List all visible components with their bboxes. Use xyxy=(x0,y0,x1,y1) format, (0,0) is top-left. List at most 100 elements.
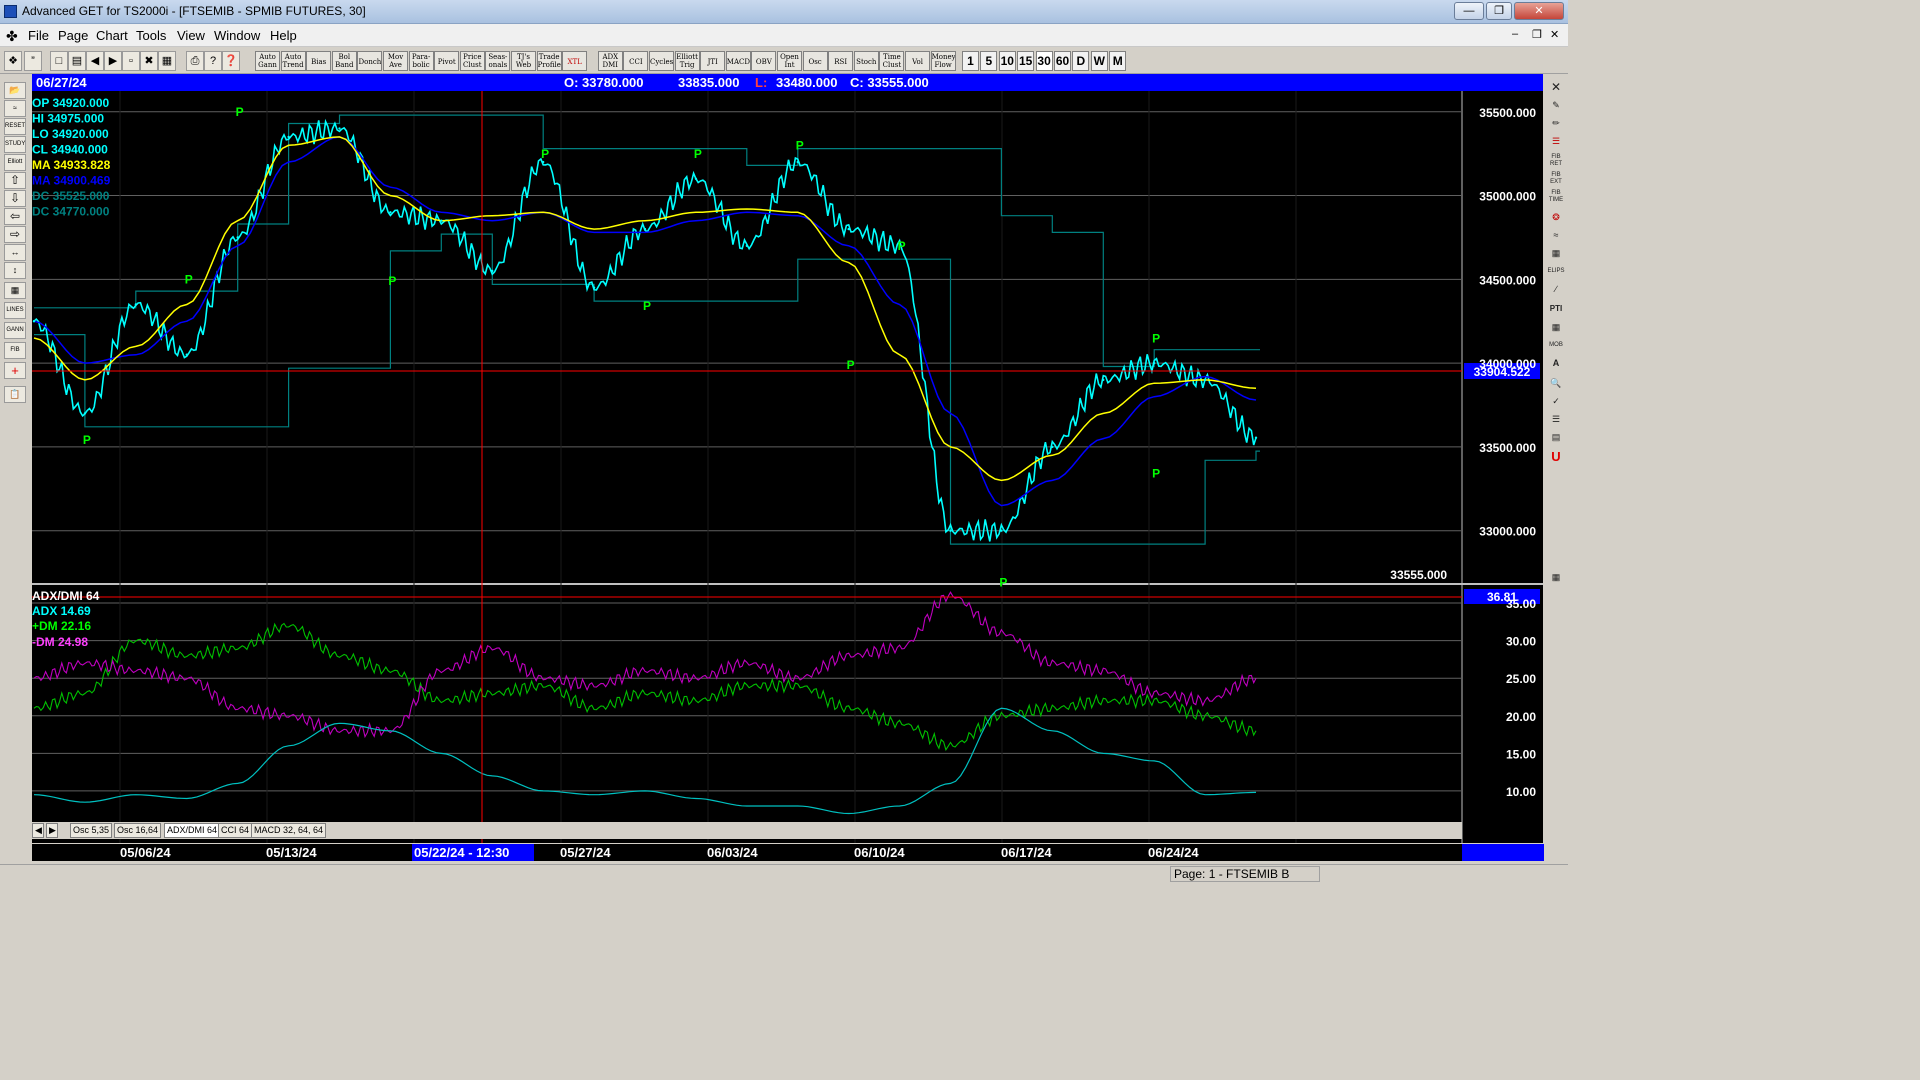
ellipse-tool[interactable]: ELIPS xyxy=(1547,264,1565,279)
grid-tool-icon[interactable]: ▦ xyxy=(1547,246,1565,261)
indicator-button[interactable]: Vol xyxy=(905,51,930,71)
folder-icon[interactable]: 📂 xyxy=(4,82,26,99)
timeframe-button[interactable]: 15 xyxy=(1017,51,1035,71)
indicator-button[interactable]: Trade Profile xyxy=(536,51,562,71)
tab-next-icon[interactable]: ▶ xyxy=(46,823,58,838)
lines-tool[interactable]: LINES xyxy=(4,302,26,319)
save-icon[interactable]: ▤ xyxy=(1547,430,1565,445)
indicator-button[interactable]: Bias xyxy=(306,51,332,71)
quote-icon[interactable]: ” xyxy=(24,51,42,71)
tab-osc-5-35[interactable]: Osc 5,35 xyxy=(70,823,113,838)
tab-prev-icon[interactable]: ◀ xyxy=(32,823,44,838)
compress-icon[interactable]: ↕ xyxy=(4,262,26,279)
menu-page[interactable]: Page xyxy=(58,28,88,43)
table-icon[interactable]: ▦ xyxy=(4,282,26,299)
magnet-icon[interactable]: U xyxy=(1547,450,1565,465)
indicator-button[interactable]: Auto Trend xyxy=(280,51,306,71)
menu-chart[interactable]: Chart xyxy=(96,28,128,43)
open-page-icon[interactable]: ▤ xyxy=(68,51,86,71)
menu-tools[interactable]: Tools xyxy=(136,28,166,43)
chart-settings-icon[interactable]: ▦ xyxy=(1547,570,1565,585)
indicator-button[interactable]: Time Clust xyxy=(879,51,905,71)
clipboard-icon[interactable]: 📋 xyxy=(4,386,26,403)
fib-tool[interactable]: FIB xyxy=(4,342,26,359)
timeframe-button[interactable]: M xyxy=(1109,51,1127,71)
close-button[interactable]: ✕ xyxy=(1514,2,1564,20)
pen-icon[interactable]: ✎ xyxy=(1547,98,1565,113)
indicator-button[interactable]: Price Clust xyxy=(459,51,485,71)
fib-time-tool[interactable]: FIB TIME xyxy=(1547,190,1565,205)
indicator-button[interactable]: Cycles xyxy=(649,51,674,71)
timeframe-button[interactable]: 5 xyxy=(980,51,998,71)
pencil-icon[interactable]: ✏ xyxy=(1547,116,1565,131)
pti-tool[interactable]: PTI xyxy=(1547,302,1565,317)
back-icon[interactable]: ◀ xyxy=(86,51,104,71)
close-tool-icon[interactable]: ✕ xyxy=(1547,80,1565,95)
indicator-button[interactable]: RSI xyxy=(828,51,854,71)
chart-area[interactable]: 35500.000 35000.000 34500.000 34000.000 3350… xyxy=(32,91,1543,843)
mob-tool[interactable]: MOB xyxy=(1547,338,1565,353)
crosshair-icon[interactable]: + xyxy=(4,362,26,379)
indicator-button[interactable]: ADX DMI xyxy=(597,51,623,71)
indicator-button[interactable]: Elliott Trig xyxy=(674,51,700,71)
text-tool[interactable]: A xyxy=(1547,356,1565,371)
zoom-icon[interactable]: 🔍 xyxy=(1547,376,1565,391)
timeframe-button[interactable]: 10 xyxy=(998,51,1016,71)
menu-file[interactable]: File xyxy=(28,28,49,43)
child-minimize-icon[interactable]: – xyxy=(1512,28,1518,40)
child-restore-icon[interactable]: ❐ xyxy=(1532,28,1542,41)
maximize-button[interactable]: ❐ xyxy=(1486,2,1512,20)
expand-icon[interactable]: ↔ xyxy=(4,244,26,261)
indicator-button[interactable]: Auto Gann xyxy=(255,51,280,71)
indicator-button[interactable]: Bol Band xyxy=(331,51,357,71)
indicator-button[interactable]: OBV xyxy=(751,51,777,71)
info-icon[interactable]: ? xyxy=(204,51,222,71)
elliott-tool[interactable]: ≈ xyxy=(4,100,26,117)
elliott-wave-tool[interactable]: Elliott xyxy=(4,154,26,171)
indicator-button[interactable]: Donch xyxy=(357,51,383,71)
arrow-left-icon[interactable]: ⇦ xyxy=(4,208,26,225)
tab-osc-16-64[interactable]: Osc 16,64 xyxy=(114,823,162,838)
delete-icon[interactable]: ✖ xyxy=(140,51,158,71)
indicator-button[interactable]: Seas-onals xyxy=(485,51,511,71)
indicator-button[interactable]: TJ's Web xyxy=(511,51,536,71)
list-icon[interactable]: ☰ xyxy=(1547,412,1565,427)
copy-icon[interactable]: ▫ xyxy=(122,51,140,71)
spiral-icon[interactable]: ❂ xyxy=(1547,210,1565,225)
window-menu-icon[interactable]: ✤ xyxy=(6,28,18,45)
indicator-button[interactable]: Para-bolic xyxy=(408,51,434,71)
timeframe-button[interactable]: 1 xyxy=(962,51,979,71)
indicator-button[interactable]: Osc xyxy=(802,51,828,71)
indicator-button[interactable]: XTL xyxy=(562,51,588,71)
print-icon[interactable]: ⎙ xyxy=(186,51,204,71)
timeframe-button[interactable]: W xyxy=(1090,51,1108,71)
chart-canvas[interactable]: 35500.00035000.00034500.00034000.0003350… xyxy=(32,91,1543,843)
indicator-button[interactable]: Stoch xyxy=(853,51,879,71)
indicator-button[interactable]: JTI xyxy=(700,51,726,71)
timeframe-button[interactable]: 60 xyxy=(1054,51,1071,71)
arrow-up-icon[interactable]: ⇧ xyxy=(4,172,26,189)
new-page-icon[interactable]: □ xyxy=(50,51,68,71)
pin-icon[interactable]: ❖ xyxy=(4,51,22,71)
grid-small-icon[interactable]: ▦ xyxy=(1547,320,1565,335)
timeframe-button[interactable]: 30 xyxy=(1035,51,1053,71)
indicator-button[interactable]: Money Flow xyxy=(930,51,956,71)
tab-adx-dmi[interactable]: ADX/DMI 64 xyxy=(164,823,221,838)
lines-icon[interactable]: ☰ xyxy=(1547,134,1565,149)
tab-macd[interactable]: MACD 32, 64, 64 xyxy=(251,823,327,838)
fan-icon[interactable]: ≈ xyxy=(1547,228,1565,243)
indicator-button[interactable]: Open Int xyxy=(777,51,802,71)
child-close-icon[interactable]: ✕ xyxy=(1550,28,1559,41)
grid-icon[interactable]: ▦ xyxy=(158,51,176,71)
study-tool[interactable]: STUDY xyxy=(4,136,26,153)
fib-ret-tool[interactable]: FIB RET xyxy=(1547,154,1565,169)
reset-tool[interactable]: RESET xyxy=(4,118,26,135)
context-help-icon[interactable]: ❓ xyxy=(222,51,240,71)
menu-window[interactable]: Window xyxy=(214,28,260,43)
indicator-button[interactable]: CCI xyxy=(623,51,649,71)
tab-cci[interactable]: CCI 64 xyxy=(218,823,253,838)
forward-icon[interactable]: ▶ xyxy=(104,51,122,71)
channel-icon[interactable]: ∕ xyxy=(1547,282,1565,297)
timeframe-button[interactable]: D xyxy=(1072,51,1090,71)
marker-icon[interactable]: ✓ xyxy=(1547,394,1565,409)
